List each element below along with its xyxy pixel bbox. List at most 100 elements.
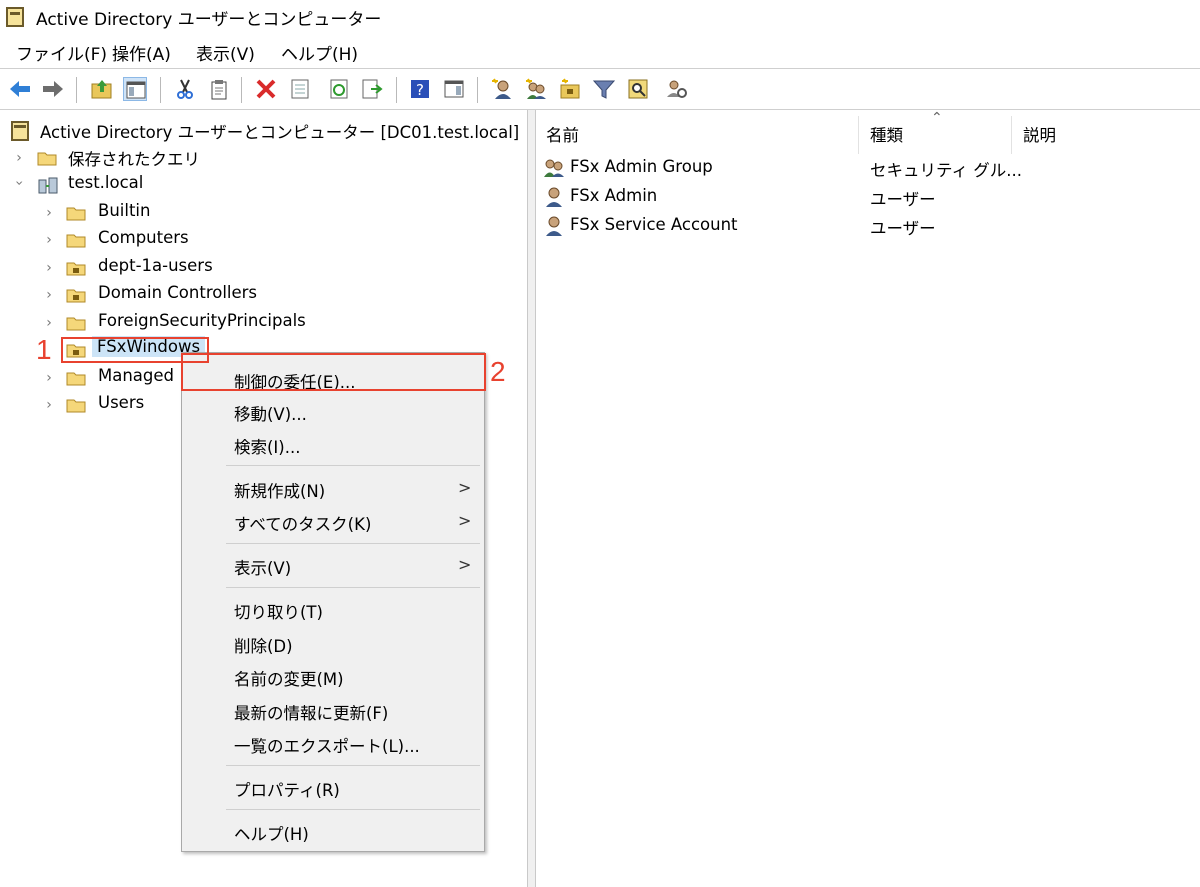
forward-arrow-icon[interactable]	[41, 77, 65, 101]
menu-item-find[interactable]: 検索(I)...	[234, 434, 300, 458]
tree-item-computers[interactable]: › Computers	[0, 226, 527, 253]
list-item-type: ユーザー	[870, 190, 936, 209]
window-title: Active Directory ユーザーとコンピューター	[36, 10, 382, 30]
new-ou-icon[interactable]	[558, 77, 582, 101]
list-item[interactable]: FSx Admin ユーザー	[536, 184, 1200, 211]
folder-icon	[66, 315, 86, 331]
ou-folder-icon	[66, 287, 86, 303]
show-hide-tree-icon[interactable]	[123, 77, 147, 101]
list-item-name: FSx Admin	[570, 186, 658, 205]
action-pane-icon[interactable]	[442, 77, 466, 101]
menu-item-all-tasks[interactable]: すべてのタスク(K)	[234, 511, 371, 535]
annotation-step-2: 2	[490, 356, 506, 387]
submenu-arrow-icon: >	[458, 478, 472, 497]
toolbar: ?	[0, 68, 1200, 110]
list-item[interactable]: FSx Service Account ユーザー	[536, 213, 1200, 240]
menu-action[interactable]: 操作(A)	[112, 40, 171, 65]
tree-item-builtin[interactable]: › Builtin	[0, 199, 527, 226]
tree-item-dept-1a-users[interactable]: › dept-1a-users	[0, 254, 527, 281]
tree-label: dept-1a-users	[98, 256, 213, 275]
menu-item-rename[interactable]: 名前の変更(M)	[234, 666, 344, 690]
chevron-right-icon[interactable]: ›	[42, 316, 56, 330]
user-icon	[543, 215, 565, 237]
find-icon[interactable]	[626, 77, 650, 101]
menu-item-export-list[interactable]: 一覧のエクスポート(L)...	[234, 733, 420, 757]
menu-item-delete[interactable]: 削除(D)	[234, 633, 293, 657]
menu-help[interactable]: ヘルプ(H)	[281, 40, 358, 65]
tree-item-domain[interactable]: › test.local	[0, 171, 527, 198]
copy-icon[interactable]	[207, 77, 231, 101]
cut-icon[interactable]	[173, 77, 197, 101]
folder-icon	[37, 150, 57, 166]
tree-label-domain: test.local	[68, 173, 144, 192]
menu-item-cut[interactable]: 切り取り(T)	[234, 599, 323, 623]
chevron-down-icon[interactable]: ›	[11, 176, 27, 190]
menu-item-move[interactable]: 移動(V)...	[234, 401, 307, 425]
tree-item-domain-controllers[interactable]: › Domain Controllers	[0, 281, 527, 308]
refresh-icon[interactable]	[327, 77, 351, 101]
properties-icon[interactable]	[288, 77, 312, 101]
tree-root-label: Active Directory ユーザーとコンピューター [DC01.test…	[40, 123, 520, 142]
chevron-right-icon[interactable]: ›	[42, 398, 56, 412]
export-list-icon[interactable]	[360, 77, 384, 101]
filter-icon[interactable]	[592, 77, 616, 101]
list-item[interactable]: FSx Admin Group セキュリティ グル...	[536, 155, 1200, 182]
list-item-name: FSx Service Account	[570, 215, 738, 234]
submenu-arrow-icon: >	[458, 511, 472, 530]
delegate-icon[interactable]	[665, 77, 689, 101]
context-menu: 制御の委任(E)... 移動(V)... 検索(I)... 新規作成(N) > …	[181, 352, 485, 852]
menu-item-view[interactable]: 表示(V)	[234, 555, 291, 579]
chevron-right-icon[interactable]: ›	[12, 151, 26, 165]
tree-label: ForeignSecurityPrincipals	[98, 311, 306, 330]
sort-ascending-icon: ⌃	[931, 110, 943, 126]
delete-icon[interactable]	[254, 77, 278, 101]
tree-label: Builtin	[98, 201, 151, 220]
submenu-arrow-icon: >	[458, 555, 472, 574]
chevron-right-icon[interactable]: ›	[42, 371, 56, 385]
ad-root-icon	[11, 121, 29, 141]
tree-root[interactable]: Active Directory ユーザーとコンピューター [DC01.test…	[0, 117, 527, 144]
folder-icon	[66, 205, 86, 221]
new-user-icon[interactable]	[490, 77, 514, 101]
annotation-box-2	[181, 353, 486, 391]
tree-item-foreign-security-principals[interactable]: › ForeignSecurityPrincipals	[0, 309, 527, 336]
list-item-type: セキュリティ グル...	[870, 161, 1022, 180]
folder-icon	[66, 370, 86, 386]
new-group-icon[interactable]	[524, 77, 548, 101]
column-header-name[interactable]: 名前	[546, 122, 579, 146]
tree-label-saved-queries: 保存されたクエリ	[68, 150, 200, 169]
chevron-right-icon[interactable]: ›	[42, 233, 56, 247]
chevron-right-icon[interactable]: ›	[42, 261, 56, 275]
column-header-type[interactable]: 種類	[870, 122, 903, 146]
tree-label: Managed	[98, 366, 175, 385]
user-icon	[543, 186, 565, 208]
svg-text:?: ?	[416, 81, 424, 99]
help-icon[interactable]: ?	[408, 77, 432, 101]
ou-folder-icon	[66, 260, 86, 276]
tree-label: Domain Controllers	[98, 283, 258, 302]
tree-item-saved-queries[interactable]: › 保存されたクエリ	[0, 144, 527, 171]
details-pane: 名前 種類 ⌃ 説明 FSx Admin Group セキュリティ グル... …	[536, 110, 1200, 887]
up-folder-icon[interactable]	[90, 77, 114, 101]
list-item-name: FSx Admin Group	[570, 157, 713, 176]
group-icon	[543, 157, 565, 179]
menu-file[interactable]: ファイル(F)	[16, 40, 107, 65]
column-header-description[interactable]: 説明	[1023, 122, 1056, 146]
menu-item-help[interactable]: ヘルプ(H)	[234, 821, 309, 845]
chevron-right-icon[interactable]: ›	[42, 206, 56, 220]
menu-view[interactable]: 表示(V)	[196, 40, 255, 65]
menu-bar: ファイル(F) 操作(A) 表示(V) ヘルプ(H)	[0, 36, 1200, 68]
folder-icon	[66, 397, 86, 413]
menu-item-properties[interactable]: プロパティ(R)	[234, 777, 340, 801]
menu-item-refresh[interactable]: 最新の情報に更新(F)	[234, 700, 388, 724]
ad-app-icon	[6, 7, 24, 27]
tree-item-users[interactable]: › Users	[0, 391, 181, 418]
chevron-right-icon[interactable]: ›	[42, 288, 56, 302]
menu-item-new[interactable]: 新規作成(N)	[234, 478, 325, 502]
pane-splitter[interactable]	[527, 110, 536, 887]
tree-label: Users	[98, 393, 145, 412]
back-arrow-icon[interactable]	[8, 77, 32, 101]
tree-label: Computers	[98, 228, 189, 247]
tree-item-managed[interactable]: › Managed	[0, 364, 181, 391]
title-bar: Active Directory ユーザーとコンピューター	[0, 0, 1200, 36]
